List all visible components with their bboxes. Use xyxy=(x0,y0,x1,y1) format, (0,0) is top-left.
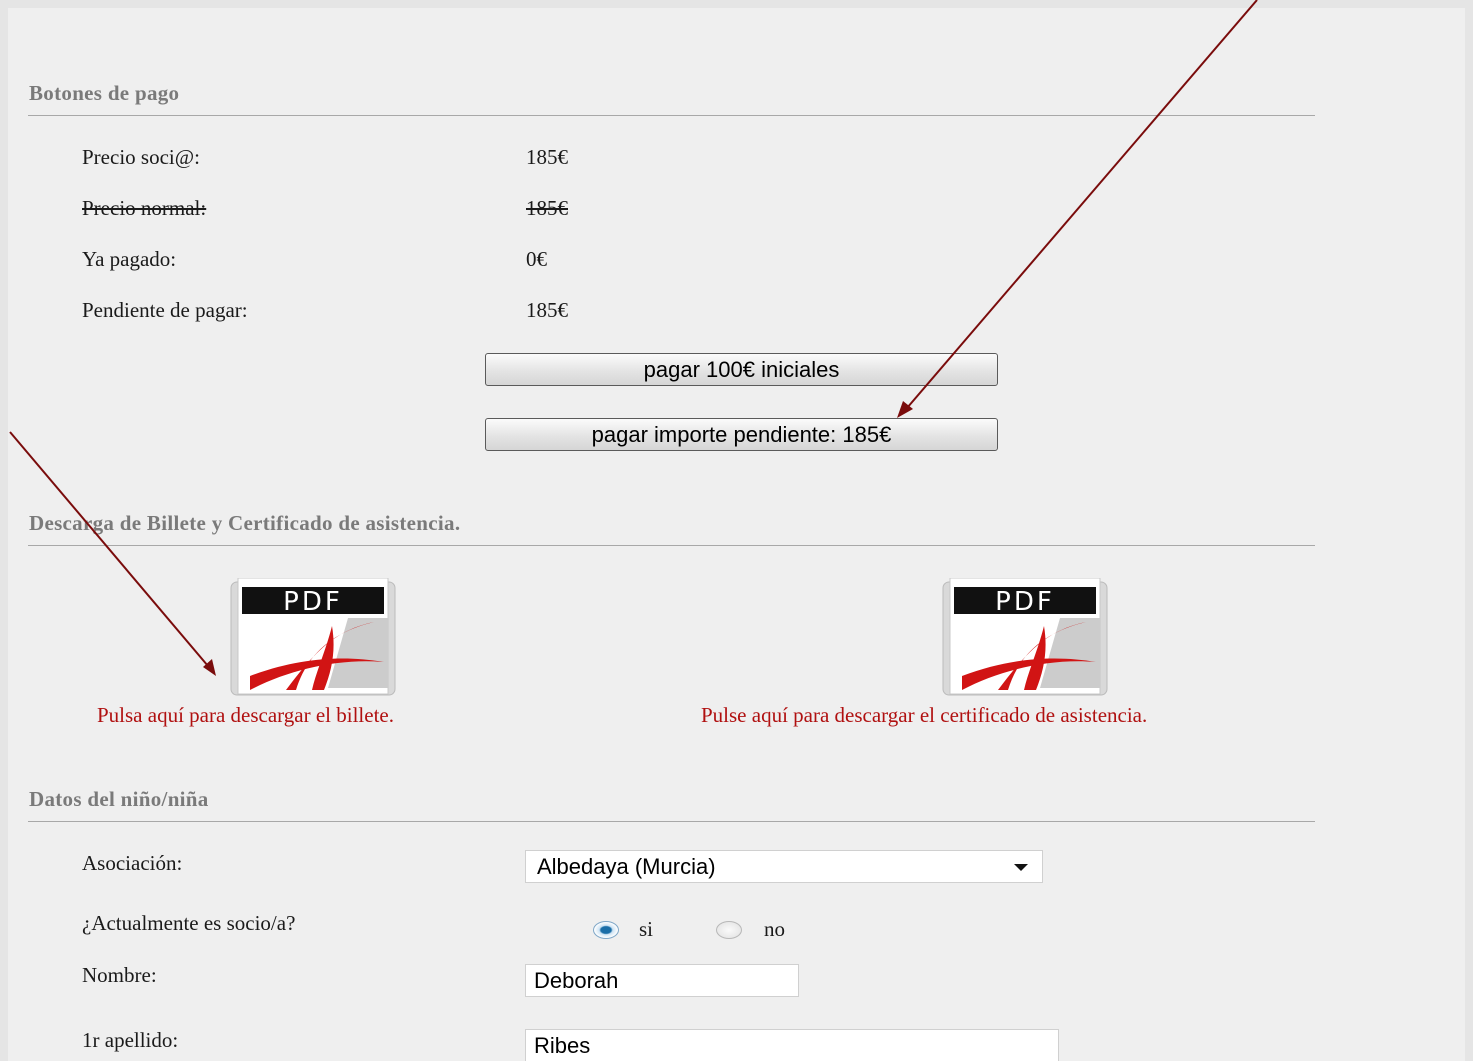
member-question-label: ¿Actualmente es socio/a? xyxy=(82,911,296,935)
pending-label: Pendiente de pagar: xyxy=(82,298,248,322)
pending-value: 185€ xyxy=(526,298,568,322)
section-divider xyxy=(28,115,1315,116)
dropdown-caret-icon xyxy=(1014,864,1028,871)
section-title-payment: Botones de pago xyxy=(29,81,180,105)
section-divider xyxy=(28,821,1315,822)
already-paid-value: 0€ xyxy=(526,247,547,271)
pay-pending-button[interactable]: pagar importe pendiente: 185€ xyxy=(485,418,998,451)
download-ticket-link[interactable]: Pulsa aquí para descargar el billete. xyxy=(97,703,394,728)
member-no-label[interactable]: no xyxy=(764,917,785,942)
already-paid-label: Ya pagado: xyxy=(82,247,177,271)
download-certificate-link[interactable]: Pulse aquí para descargar el certificado… xyxy=(701,703,1147,728)
section-title-child: Datos del niño/niña xyxy=(29,787,209,811)
price-normal-value: 185€ xyxy=(526,196,568,220)
section-divider xyxy=(28,545,1315,546)
surname-label: 1r apellido: xyxy=(82,1028,179,1052)
price-member-value: 185€ xyxy=(526,145,568,169)
page-content: Botones de pago Precio soci@: 185€ Preci… xyxy=(8,8,1465,1061)
member-yes-label[interactable]: si xyxy=(639,917,653,942)
pdf-file-icon[interactable]: PDF xyxy=(228,577,398,698)
association-selected-value: Albedaya (Murcia) xyxy=(537,854,716,879)
pdf-badge-text: PDF xyxy=(995,587,1055,617)
association-label: Asociación: xyxy=(82,851,183,875)
pay-initial-button[interactable]: pagar 100€ iniciales xyxy=(485,353,998,386)
section-title-downloads: Descarga de Billete y Certificado de asi… xyxy=(29,511,461,535)
price-normal-label: Precio normal: xyxy=(82,196,207,220)
name-input[interactable] xyxy=(525,964,799,997)
pdf-file-icon[interactable]: PDF xyxy=(940,577,1110,698)
member-no-radio[interactable] xyxy=(716,921,742,939)
price-member-label: Precio soci@: xyxy=(82,145,200,169)
surname-input[interactable] xyxy=(525,1029,1059,1061)
association-select[interactable]: Albedaya (Murcia) xyxy=(525,850,1043,883)
name-label: Nombre: xyxy=(82,963,157,987)
pdf-badge-text: PDF xyxy=(283,587,343,617)
member-yes-radio[interactable] xyxy=(593,921,619,939)
